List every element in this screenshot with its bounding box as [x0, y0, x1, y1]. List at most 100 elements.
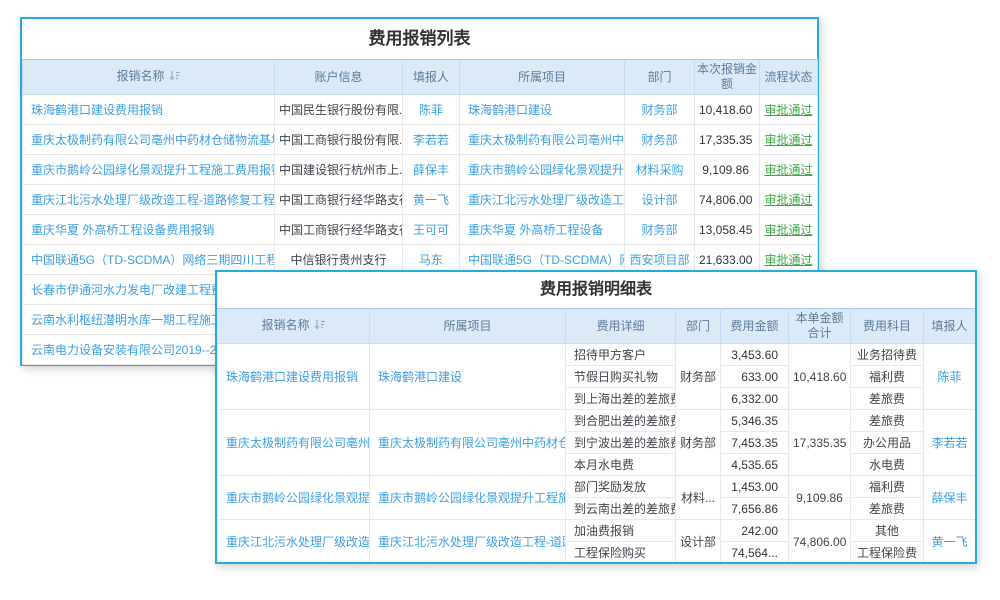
cell-project[interactable]: 重庆市鹅岭公园绿化景观提升工程施工 — [370, 476, 566, 520]
cell-expense-detail: 到上海出差的差旅费 — [566, 388, 676, 410]
cell-account: 中国工商银行股份有限... — [275, 125, 403, 155]
table-row: 重庆太极制药有限公司亳州中药材仓储物流基地项... 中国工商银行股份有限... … — [23, 125, 818, 155]
cell-category: 福利费 — [851, 476, 924, 498]
header-status: 流程状态 — [760, 60, 818, 95]
cell-report-name[interactable]: 重庆华夏 外高桥工程设备费用报销 — [23, 215, 275, 245]
cell-project[interactable]: 珠海鹤港口建设 — [460, 95, 625, 125]
list-header-row: 报销名称 账户信息 填报人 所属项目 部门 本次报销金额 流程状态 — [23, 60, 818, 95]
header-report-name-label: 报销名称 — [261, 318, 309, 332]
page: 费用报销列表 报销名称 账户信息 填报人 所属项目 部门 本次报销金额 流程状态 — [0, 0, 1000, 600]
header-expense-amount: 费用金额 — [721, 309, 789, 344]
cell-report-name[interactable]: 珠海鹤港口建设费用报销 — [218, 344, 370, 410]
table-row: 珠海鹤港口建设费用报销 珠海鹤港口建设 招待甲方客户 财务部 3,453.60 … — [218, 344, 976, 366]
cell-project[interactable]: 重庆市鹅岭公园绿化景观提升... — [460, 155, 625, 185]
table-row: 重庆江北污水处理厂级改造工程-道路修复工程费用... 中国工商银行经华路支行 黄… — [23, 185, 818, 215]
cell-project[interactable]: 重庆江北污水处理厂级改造工程-道路修复工程 — [370, 520, 566, 564]
cell-report-name[interactable]: 重庆江北污水处理厂级改造工程-道路修复工程费用... — [23, 185, 275, 215]
cell-account: 中国建设银行杭州市上... — [275, 155, 403, 185]
cell-reporter[interactable]: 王可可 — [403, 215, 460, 245]
cell-project[interactable]: 重庆华夏 外高桥工程设备 — [460, 215, 625, 245]
sort-icon[interactable] — [314, 319, 326, 334]
cell-category: 差旅费 — [851, 498, 924, 520]
cell-expense-detail: 到合肥出差的差旅费 — [566, 410, 676, 432]
cell-status[interactable]: 审批通过 — [760, 155, 818, 185]
header-report-name[interactable]: 报销名称 — [218, 309, 370, 344]
cell-status[interactable]: 审批通过 — [760, 95, 818, 125]
cell-account: 中国工商银行经华路支行 — [275, 215, 403, 245]
header-total-amount: 本单金额合计 — [789, 309, 851, 344]
cell-expense-amount: 1,453.00 — [721, 476, 789, 498]
cell-expense-detail: 节假日购买礼物 — [566, 366, 676, 388]
header-reporter: 填报人 — [924, 309, 976, 344]
cell-reporter[interactable]: 黄一飞 — [403, 185, 460, 215]
cell-total-amount: 74,806.00 — [789, 520, 851, 564]
cell-reporter[interactable]: 李若若 — [403, 125, 460, 155]
cell-status[interactable]: 审批通过 — [760, 215, 818, 245]
cell-category: 福利费 — [851, 366, 924, 388]
table-row: 重庆华夏 外高桥工程设备费用报销 中国工商银行经华路支行 王可可 重庆华夏 外高… — [23, 215, 818, 245]
header-reporter: 填报人 — [403, 60, 460, 95]
cell-dept[interactable]: 设计部 — [625, 185, 695, 215]
header-dept: 部门 — [625, 60, 695, 95]
cell-project[interactable]: 重庆江北污水处理厂级改造工... — [460, 185, 625, 215]
cell-project[interactable]: 重庆太极制药有限公司亳州中药材仓储物流 — [370, 410, 566, 476]
cell-expense-amount: 6,332.00 — [721, 388, 789, 410]
expense-list-title: 费用报销列表 — [22, 19, 817, 59]
cell-dept: 财务部 — [676, 344, 721, 410]
cell-report-name[interactable]: 重庆江北污水处理厂级改造工程-道 — [218, 520, 370, 564]
cell-reporter[interactable]: 陈菲 — [403, 95, 460, 125]
cell-report-name[interactable]: 重庆市鹅岭公园绿化景观提升工程施 — [218, 476, 370, 520]
cell-category: 差旅费 — [851, 388, 924, 410]
cell-reporter[interactable]: 薛保丰 — [924, 476, 976, 520]
cell-total-amount: 17,335.35 — [789, 410, 851, 476]
header-project: 所属项目 — [370, 309, 566, 344]
cell-expense-amount: 5,346.35 — [721, 410, 789, 432]
cell-expense-amount: 74,564... — [721, 542, 789, 564]
expense-detail-table: 报销名称 所属项目 费用详细 部门 费用金额 本单金额合计 费用科目 填报人 珠… — [217, 308, 976, 564]
cell-category: 办公用品 — [851, 432, 924, 454]
cell-dept[interactable]: 财务部 — [625, 215, 695, 245]
table-row: 重庆市鹅岭公园绿化景观提升工程施 重庆市鹅岭公园绿化景观提升工程施工 部门奖励发… — [218, 476, 976, 498]
cell-account: 中国民生银行股份有限... — [275, 95, 403, 125]
cell-reporter[interactable]: 李若若 — [924, 410, 976, 476]
cell-dept[interactable]: 材料采购 — [625, 155, 695, 185]
cell-project[interactable]: 重庆太极制药有限公司亳州中... — [460, 125, 625, 155]
cell-expense-amount: 3,453.60 — [721, 344, 789, 366]
cell-reporter[interactable]: 薛保丰 — [403, 155, 460, 185]
expense-detail-title: 费用报销明细表 — [217, 272, 975, 308]
cell-report-name[interactable]: 珠海鹤港口建设费用报销 — [23, 95, 275, 125]
detail-header-row: 报销名称 所属项目 费用详细 部门 费用金额 本单金额合计 费用科目 填报人 — [218, 309, 976, 344]
cell-expense-detail: 工程保险购买 — [566, 542, 676, 564]
cell-status[interactable]: 审批通过 — [760, 125, 818, 155]
table-row: 重庆市鹅岭公园绿化景观提升工程施工费用报销 中国建设银行杭州市上... 薛保丰 … — [23, 155, 818, 185]
table-row: 重庆江北污水处理厂级改造工程-道 重庆江北污水处理厂级改造工程-道路修复工程 加… — [218, 520, 976, 542]
cell-total-amount: 9,109.86 — [789, 476, 851, 520]
table-row: 重庆太极制药有限公司亳州中药材 重庆太极制药有限公司亳州中药材仓储物流 到合肥出… — [218, 410, 976, 432]
cell-expense-detail: 加油费报销 — [566, 520, 676, 542]
cell-expense-detail: 本月水电费 — [566, 454, 676, 476]
cell-expense-amount: 242.00 — [721, 520, 789, 542]
cell-report-name[interactable]: 重庆太极制药有限公司亳州中药材仓储物流基地项... — [23, 125, 275, 155]
cell-account: 中国工商银行经华路支行 — [275, 185, 403, 215]
cell-amount: 9,109.86 — [695, 155, 760, 185]
cell-reporter[interactable]: 陈菲 — [924, 344, 976, 410]
cell-expense-amount: 7,656.86 — [721, 498, 789, 520]
cell-total-amount: 10,418.60 — [789, 344, 851, 410]
table-row: 珠海鹤港口建设费用报销 中国民生银行股份有限... 陈菲 珠海鹤港口建设 财务部… — [23, 95, 818, 125]
cell-amount: 13,058.45 — [695, 215, 760, 245]
cell-report-name[interactable]: 重庆市鹅岭公园绿化景观提升工程施工费用报销 — [23, 155, 275, 185]
header-project: 所属项目 — [460, 60, 625, 95]
cell-dept: 财务部 — [676, 410, 721, 476]
cell-amount: 74,806.00 — [695, 185, 760, 215]
cell-dept[interactable]: 财务部 — [625, 95, 695, 125]
sort-icon[interactable] — [169, 70, 181, 85]
header-report-name[interactable]: 报销名称 — [23, 60, 275, 95]
cell-status[interactable]: 审批通过 — [760, 185, 818, 215]
cell-reporter[interactable]: 黄一飞 — [924, 520, 976, 564]
cell-report-name[interactable]: 重庆太极制药有限公司亳州中药材 — [218, 410, 370, 476]
cell-category: 其他 — [851, 520, 924, 542]
cell-dept[interactable]: 财务部 — [625, 125, 695, 155]
cell-expense-amount: 633.00 — [721, 366, 789, 388]
cell-project[interactable]: 珠海鹤港口建设 — [370, 344, 566, 410]
cell-amount: 17,335.35 — [695, 125, 760, 155]
